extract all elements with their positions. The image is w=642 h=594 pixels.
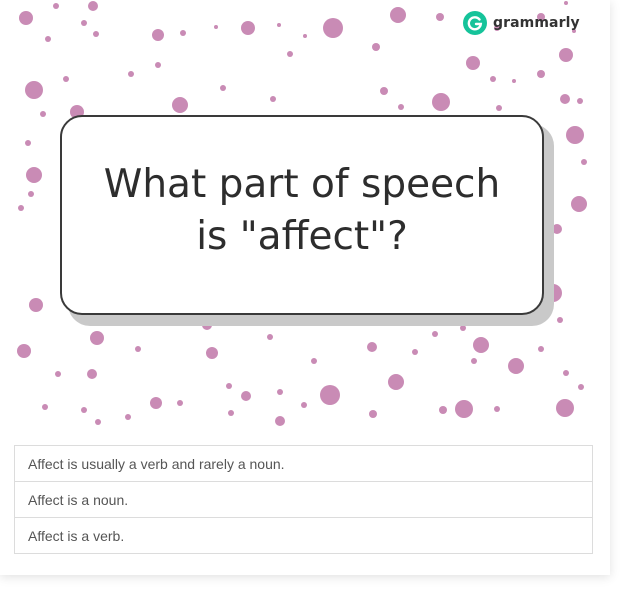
decorative-dot [226, 383, 232, 389]
decorative-dot [90, 331, 104, 345]
decorative-dot [18, 205, 24, 211]
decorative-dot [25, 140, 31, 146]
decorative-dot [40, 111, 46, 117]
decorative-dot [177, 400, 183, 406]
decorative-dot [25, 81, 43, 99]
decorative-dot [496, 105, 502, 111]
decorative-dot [88, 1, 98, 11]
grammarly-g-icon [463, 11, 487, 35]
decorative-dot [380, 87, 388, 95]
quiz-card: grammarly What part of speech is "affect… [0, 0, 610, 575]
decorative-dot [26, 167, 42, 183]
decorative-dot [93, 31, 99, 37]
decorative-dot [369, 410, 377, 418]
decorative-dot [508, 358, 524, 374]
decorative-dot [53, 3, 59, 9]
decorative-dot [303, 34, 307, 38]
decorative-dot [267, 334, 273, 340]
decorative-dot [538, 346, 544, 352]
decorative-dot [557, 317, 563, 323]
decorative-dot [220, 85, 226, 91]
decorative-dot [287, 51, 293, 57]
decorative-dot [432, 331, 438, 337]
decorative-dot [29, 298, 43, 312]
decorative-dot [95, 419, 101, 425]
decorative-dot [270, 96, 276, 102]
decorative-dot [512, 79, 516, 83]
decorative-dot [152, 29, 164, 41]
decorative-dot [320, 385, 340, 405]
brand-name: grammarly [493, 15, 580, 31]
decorative-dot [81, 20, 87, 26]
question-box: What part of speech is "affect"? [60, 115, 544, 315]
decorative-dot [180, 30, 186, 36]
answer-option-1[interactable]: Affect is usually a verb and rarely a no… [14, 445, 593, 482]
question-image: grammarly What part of speech is "affect… [0, 0, 610, 428]
decorative-dot [494, 406, 500, 412]
decorative-dot [81, 407, 87, 413]
decorative-dot [128, 71, 134, 77]
decorative-dot [214, 25, 218, 29]
decorative-dot [155, 62, 161, 68]
decorative-dot [323, 18, 343, 38]
answer-options: Affect is usually a verb and rarely a no… [14, 445, 593, 554]
decorative-dot [432, 93, 450, 111]
decorative-dot [412, 349, 418, 355]
decorative-dot [436, 13, 444, 21]
decorative-dot [581, 159, 587, 165]
decorative-dot [455, 400, 473, 418]
decorative-dot [125, 414, 131, 420]
decorative-dot [564, 1, 568, 5]
decorative-dot [277, 389, 283, 395]
decorative-dot [19, 11, 33, 25]
decorative-dot [578, 384, 584, 390]
decorative-dot [241, 391, 251, 401]
decorative-dot [388, 374, 404, 390]
decorative-dot [537, 70, 545, 78]
decorative-dot [471, 358, 477, 364]
decorative-dot [150, 397, 162, 409]
decorative-dot [172, 97, 188, 113]
decorative-dot [390, 7, 406, 23]
decorative-dot [372, 43, 380, 51]
decorative-dot [135, 346, 141, 352]
decorative-dot [563, 370, 569, 376]
decorative-dot [556, 399, 574, 417]
decorative-dot [206, 347, 218, 359]
decorative-dot [28, 191, 34, 197]
question-text: What part of speech is "affect"? [103, 162, 501, 259]
decorative-dot [367, 342, 377, 352]
answer-option-2[interactable]: Affect is a noun. [14, 481, 593, 518]
decorative-dot [466, 56, 480, 70]
decorative-dot [311, 358, 317, 364]
answer-option-3[interactable]: Affect is a verb. [14, 517, 593, 554]
decorative-dot [560, 94, 570, 104]
decorative-dot [228, 410, 234, 416]
decorative-dot [398, 104, 404, 110]
decorative-dot [577, 98, 583, 104]
decorative-dot [45, 36, 51, 42]
decorative-dot [277, 23, 281, 27]
decorative-dot [55, 371, 61, 377]
decorative-dot [63, 76, 69, 82]
decorative-dot [42, 404, 48, 410]
decorative-dot [241, 21, 255, 35]
grammarly-logo: grammarly [463, 11, 580, 35]
decorative-dot [17, 344, 31, 358]
decorative-dot [275, 416, 285, 426]
decorative-dot [439, 406, 447, 414]
decorative-dot [571, 196, 587, 212]
decorative-dot [473, 337, 489, 353]
decorative-dot [87, 369, 97, 379]
decorative-dot [566, 126, 584, 144]
decorative-dot [559, 48, 573, 62]
decorative-dot [490, 76, 496, 82]
decorative-dot [301, 402, 307, 408]
